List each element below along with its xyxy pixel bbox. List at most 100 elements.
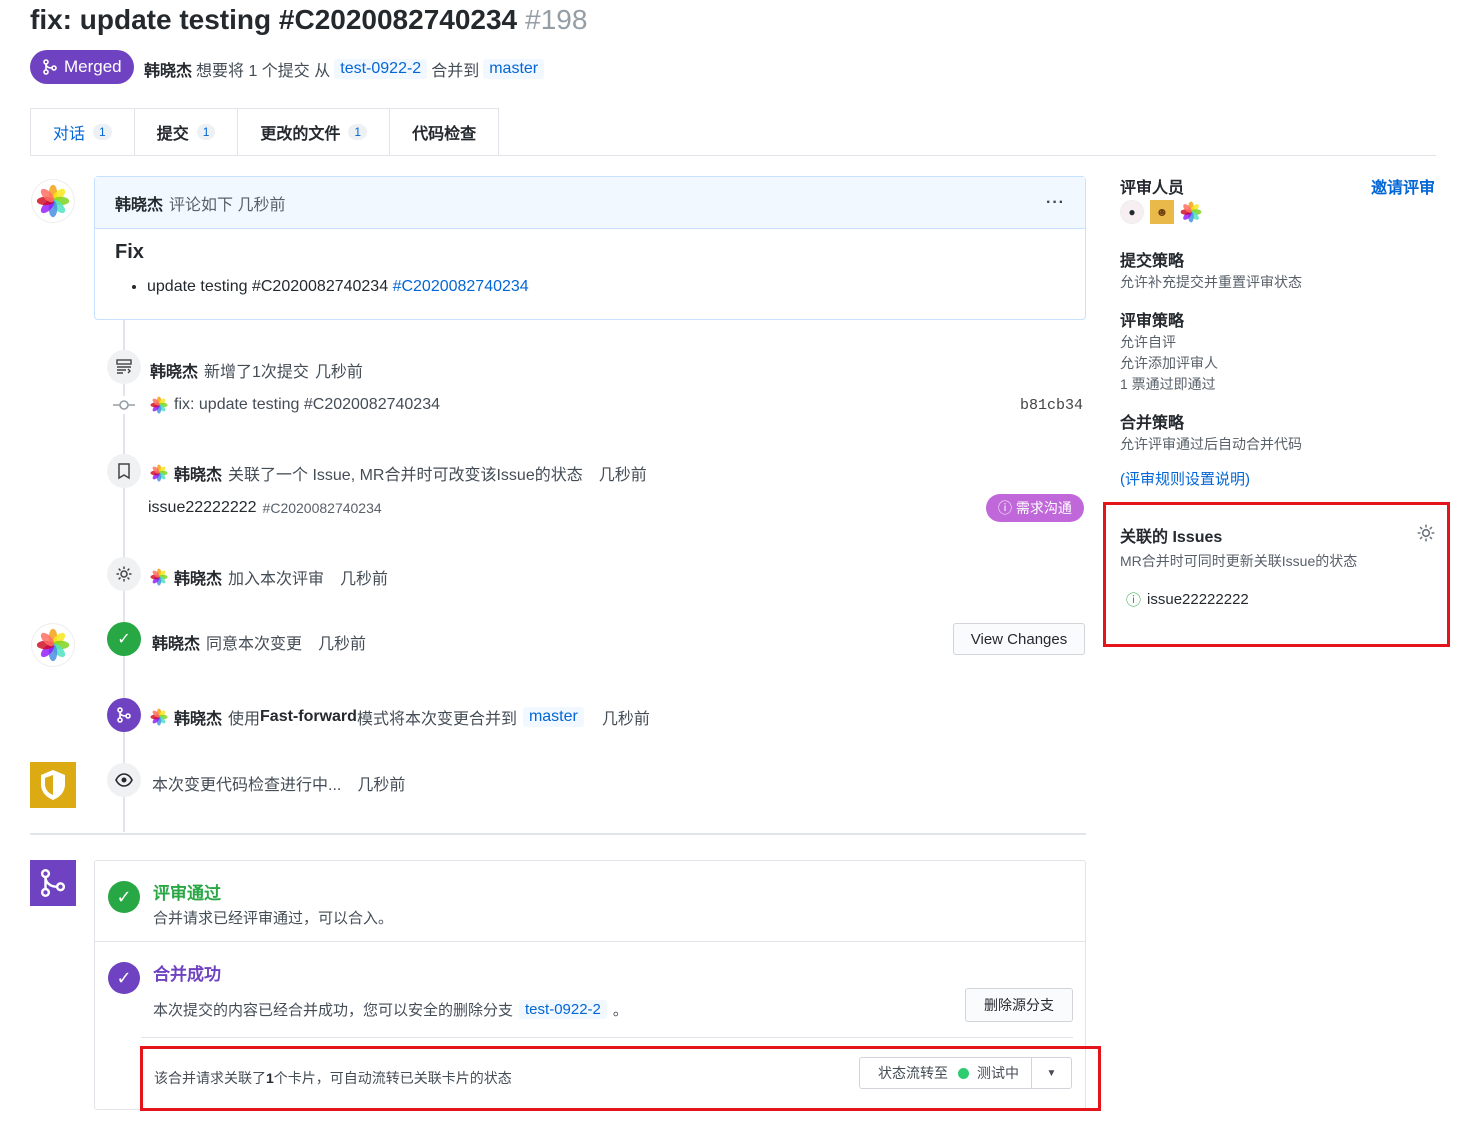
merge-icon — [107, 698, 141, 732]
event-text: 加入本次评审 — [228, 571, 325, 588]
commit-row[interactable]: fix: update testing #C2020082740234 — [150, 396, 440, 414]
source-branch[interactable]: test-0922-2 — [519, 1000, 607, 1019]
mr-title: fix: update testing #C2020082740234 — [30, 4, 518, 35]
gear-icon — [107, 557, 141, 591]
event-text: 模式将本次变更合并到 — [356, 711, 517, 728]
push-commit-icon — [107, 350, 141, 384]
author-name[interactable]: 韩晓杰 — [144, 57, 192, 81]
card-flow-text: 该合并请求关联了 1 个卡片，可自动流转已关联卡片的状态 — [154, 1068, 512, 1088]
flower-avatar-icon — [150, 396, 168, 414]
tab-code-check[interactable]: 代码检查 — [390, 108, 500, 156]
event-approved: 韩晓杰 同意本次变更 几秒前 — [152, 630, 366, 654]
submit-policy-text: 允许补充提交并重置评审状态 — [1120, 274, 1302, 290]
event-author[interactable]: 韩晓杰 — [174, 565, 222, 589]
event-text: 使用 — [228, 711, 261, 728]
avatar[interactable]: ● — [1120, 200, 1144, 224]
status-flow-value: 测试中 — [977, 1065, 1019, 1081]
merge-desc-text: 。 — [612, 1002, 628, 1019]
status-flow-select[interactable]: 状态流转至 测试中 ▼ — [859, 1057, 1072, 1089]
tab-count: 1 — [348, 124, 368, 140]
more-options-icon[interactable]: ··· — [1046, 194, 1065, 212]
tab-commits[interactable]: 提交 1 — [134, 108, 239, 156]
linked-issue-row[interactable]: issue22222222 #C2020082740234 — [148, 499, 382, 517]
review-policy-item: 允许添加评审人 — [1120, 355, 1218, 371]
merge-policy-title: 合并策略 — [1120, 415, 1185, 432]
tab-label: 更改的文件 — [260, 126, 341, 143]
flower-avatar-icon[interactable] — [1180, 201, 1202, 223]
event-commit-added: 韩晓杰 新增了1次提交 几秒前 — [150, 358, 363, 382]
event-author[interactable]: 韩晓杰 — [152, 630, 200, 654]
event-text: 关联了一个 Issue, MR合并时可改变该Issue的状态 — [228, 467, 583, 484]
comment-author[interactable]: 韩晓杰 — [115, 191, 163, 215]
merged-status-label: Merged — [64, 57, 122, 76]
merge-desc-text: 本次提交的内容已经合并成功，您可以安全的删除分支 — [153, 1002, 514, 1019]
bullet-text: update testing #C2020082740234 — [147, 278, 389, 295]
target-branch[interactable]: master — [483, 59, 545, 79]
review-policy-title: 评审策略 — [1120, 313, 1185, 330]
page-title: fix: update testing #C2020082740234 #198 — [30, 4, 587, 36]
submit-policy-title: 提交策略 — [1120, 253, 1185, 270]
merge-success-desc: 本次提交的内容已经合并成功，您可以安全的删除分支 test-0922-2 。 — [153, 999, 628, 1020]
avatar[interactable] — [32, 624, 74, 666]
tab-changed-files[interactable]: 更改的文件 1 — [238, 108, 391, 156]
event-text: 新增了1次提交 — [204, 364, 309, 381]
comment-bullet: update testing #C2020082740234 #C2020082… — [147, 278, 1065, 296]
summary-text: 想要将 1 个提交 从 — [196, 63, 331, 80]
issue-link[interactable]: #C2020082740234 — [393, 278, 529, 295]
commit-message[interactable]: fix: update testing #C2020082740234 — [174, 396, 440, 414]
event-author[interactable]: 韩晓杰 — [174, 461, 222, 485]
event-time: 几秒前 — [598, 467, 647, 484]
issue-ref: #C2020082740234 — [262, 500, 382, 516]
alert-circle-icon: ⓘ — [998, 500, 1012, 516]
linked-issue-item[interactable]: ⓘ issue22222222 — [1126, 589, 1249, 610]
commit-sha[interactable]: b81cb34 — [1020, 397, 1083, 414]
merge-icon — [30, 860, 76, 906]
reviewers-title: 评审人员 — [1120, 180, 1185, 197]
view-changes-button[interactable]: View Changes — [953, 623, 1085, 655]
comment-meta: 评论如下 几秒前 — [169, 196, 286, 214]
comment-header: 韩晓杰 评论如下 几秒前 ··· — [95, 177, 1085, 229]
issue-name[interactable]: issue22222222 — [1147, 591, 1249, 608]
event-code-check: 本次变更代码检查进行中... 几秒前 — [152, 771, 405, 795]
review-passed-title: 评审通过 — [153, 884, 221, 903]
event-time: 几秒前 — [340, 571, 389, 588]
mr-number: #198 — [525, 4, 588, 35]
merge-mode: Fast-forward — [260, 708, 357, 725]
issue-status-badge[interactable]: ⓘ 需求沟通 — [986, 494, 1084, 522]
flower-avatar-icon — [36, 184, 70, 218]
avatar[interactable] — [32, 180, 74, 222]
event-time: 几秒前 — [601, 711, 650, 728]
review-rules-link[interactable]: (评审规则设置说明) — [1120, 468, 1250, 489]
review-policy-item: 1 票通过即通过 — [1120, 376, 1216, 392]
tab-label: 对话 — [53, 126, 86, 143]
event-time: 几秒前 — [357, 777, 406, 794]
event-author[interactable]: 韩晓杰 — [174, 705, 222, 729]
merge-box-divider — [141, 1037, 1073, 1038]
check-circle-icon: ✓ — [108, 962, 140, 994]
check-circle-icon: ✓ — [107, 622, 141, 656]
avatar[interactable]: ☻ — [1150, 200, 1174, 224]
event-joined-review: 韩晓杰 加入本次评审 几秒前 — [150, 565, 388, 589]
merge-success-title: 合并成功 — [153, 965, 221, 984]
linked-issues-desc: MR合并时可同时更新关联Issue的状态 — [1120, 553, 1358, 569]
gear-icon[interactable] — [1416, 523, 1436, 543]
event-merged: 韩晓杰 使用 Fast-forward 模式将本次变更合并到 master 几秒… — [150, 705, 650, 729]
delete-branch-button[interactable]: 删除源分支 — [965, 988, 1073, 1022]
event-issue-linked: 韩晓杰 关联了一个 Issue, MR合并时可改变该Issue的状态 几秒前 — [150, 461, 647, 485]
flower-avatar-icon — [150, 464, 168, 482]
event-author[interactable]: 韩晓杰 — [150, 358, 198, 382]
tab-conversation[interactable]: 对话 1 — [30, 108, 135, 156]
reviewer-avatars: ● ☻ — [1120, 200, 1202, 224]
linked-issues-title: 关联的 Issues — [1120, 529, 1223, 546]
flower-avatar-icon — [150, 708, 168, 726]
chevron-down-icon[interactable]: ▼ — [1031, 1058, 1071, 1088]
event-time: 几秒前 — [314, 364, 363, 381]
review-passed-desc: 合并请求已经评审通过，可以合入。 — [153, 910, 394, 927]
target-branch[interactable]: master — [522, 707, 584, 727]
comment-body: Fix update testing #C2020082740234 #C202… — [95, 229, 1085, 308]
event-time: 几秒前 — [318, 636, 367, 653]
summary-merge-into: 合并到 — [431, 63, 480, 80]
invite-review-link[interactable]: 邀请评审 — [1371, 174, 1435, 198]
issue-name[interactable]: issue22222222 — [148, 499, 257, 517]
source-branch[interactable]: test-0922-2 — [334, 59, 428, 79]
